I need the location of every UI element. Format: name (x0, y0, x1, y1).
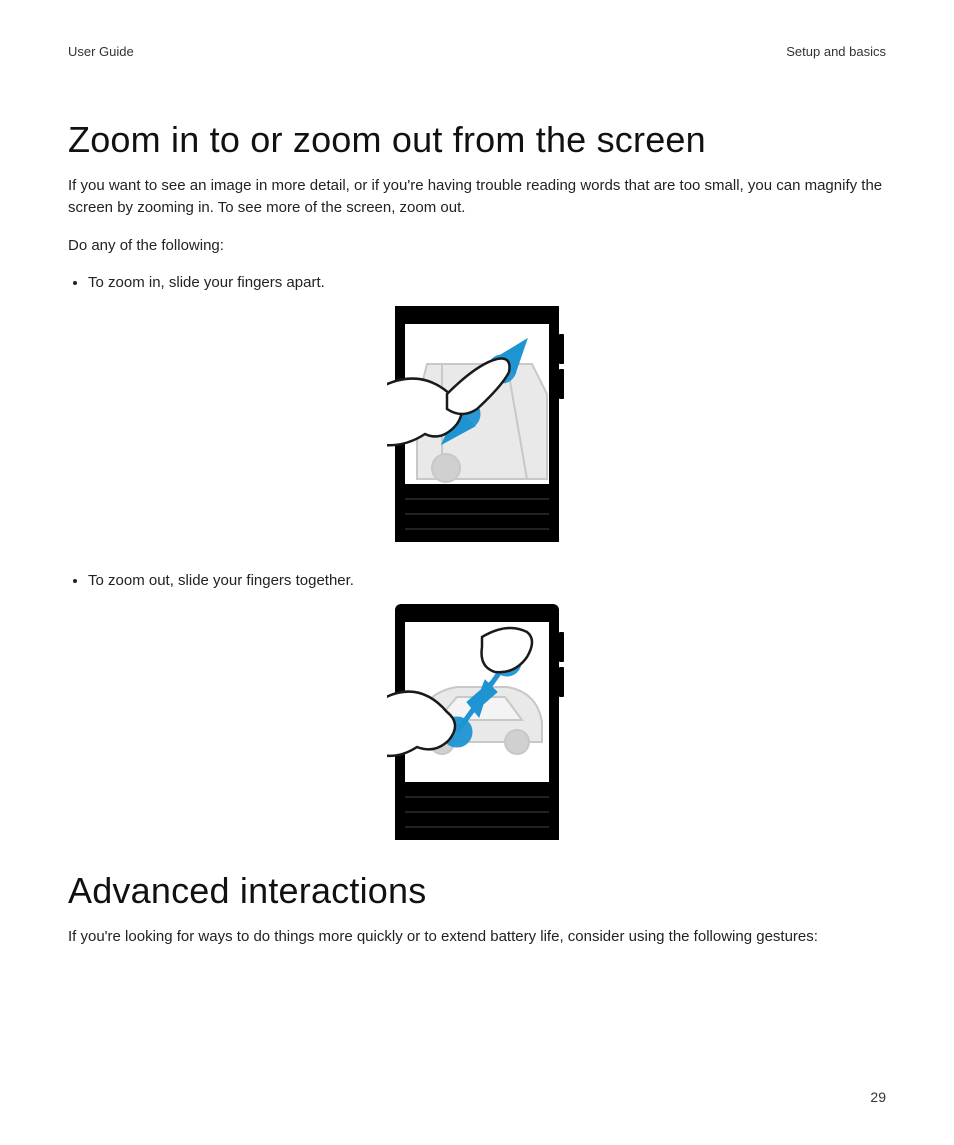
pinch-out-illustration-icon (387, 304, 567, 544)
zoom-out-figure (68, 602, 886, 842)
page-header: User Guide Setup and basics (68, 44, 886, 59)
section-title-zoom: Zoom in to or zoom out from the screen (68, 119, 886, 161)
pinch-in-illustration-icon (387, 602, 567, 842)
document-page: User Guide Setup and basics Zoom in to o… (0, 0, 954, 1145)
zoom-instruction: Do any of the following: (68, 235, 886, 257)
zoom-out-bullet: To zoom out, slide your fingers together… (88, 570, 886, 592)
header-left: User Guide (68, 44, 134, 59)
zoom-bullet-list-2: To zoom out, slide your fingers together… (68, 570, 886, 592)
page-number: 29 (870, 1089, 886, 1105)
zoom-intro-paragraph: If you want to see an image in more deta… (68, 175, 886, 219)
zoom-in-bullet: To zoom in, slide your fingers apart. (88, 272, 886, 294)
header-right: Setup and basics (786, 44, 886, 59)
zoom-bullet-list: To zoom in, slide your fingers apart. (68, 272, 886, 294)
zoom-in-figure (68, 304, 886, 544)
section-title-advanced: Advanced interactions (68, 870, 886, 912)
advanced-intro-paragraph: If you're looking for ways to do things … (68, 926, 886, 948)
